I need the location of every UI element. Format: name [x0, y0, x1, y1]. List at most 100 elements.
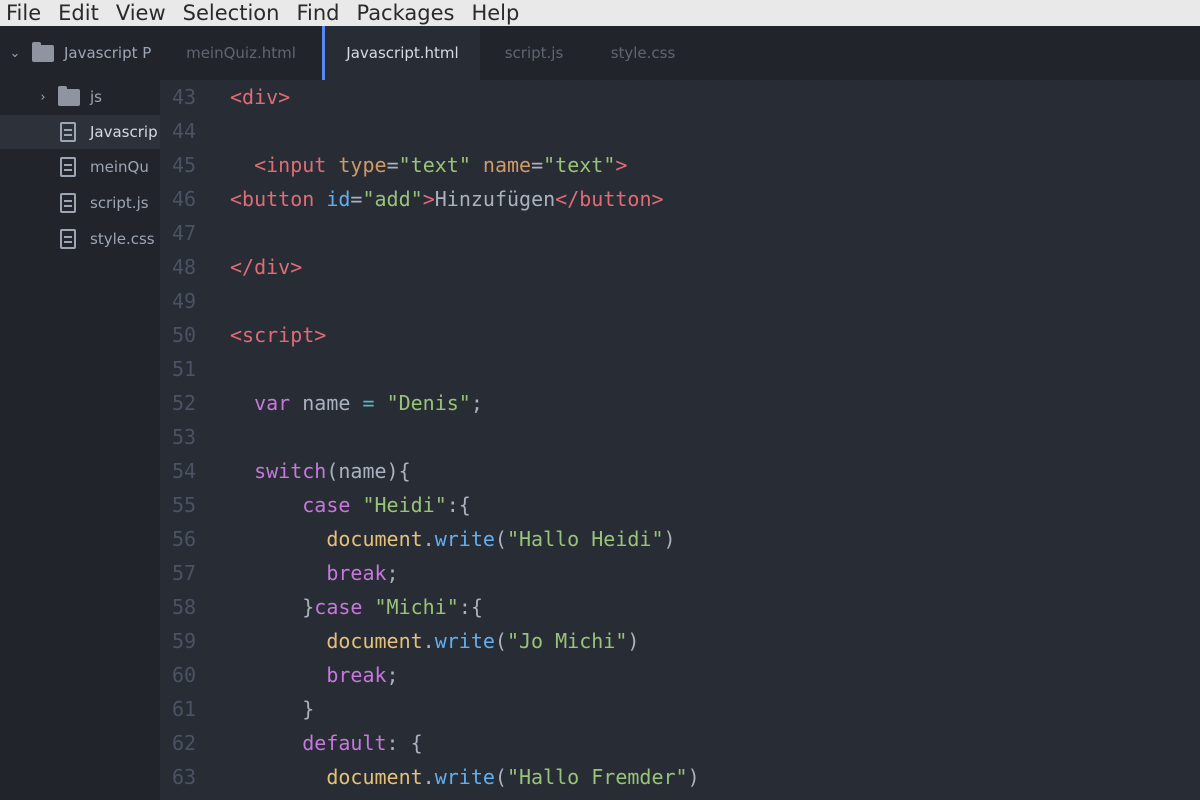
tree-file-meinquiz[interactable]: meinQu — [0, 150, 160, 184]
code-line[interactable]: 43 <div> — [160, 80, 1200, 114]
menu-selection[interactable]: Selection — [176, 0, 290, 26]
code-token: Hinzufügen — [434, 187, 556, 211]
file-icon — [60, 157, 76, 177]
line-number: 52 — [172, 391, 197, 415]
code-token: case — [302, 493, 351, 517]
code-token: write — [434, 629, 495, 653]
folder-icon — [32, 41, 54, 62]
menu-edit[interactable]: Edit — [51, 0, 109, 26]
menu-packages[interactable]: Packages — [349, 0, 464, 26]
line-number: 59 — [172, 629, 197, 653]
code-token: :{ — [446, 493, 471, 517]
code-text: }case "Michi":{ — [230, 590, 483, 624]
code-line[interactable]: 62 default: { — [160, 726, 1200, 760]
code-text: document.write("Hallo Fremder") — [230, 760, 700, 794]
code-text: default: { — [230, 726, 423, 760]
code-line[interactable]: 49 — [160, 284, 1200, 318]
menu-view[interactable]: View — [109, 0, 176, 26]
line-number: 45 — [172, 153, 197, 177]
code-text: break; — [230, 658, 398, 692]
tab-meinquiz[interactable]: meinQuiz.html — [160, 26, 322, 80]
file-icon — [60, 229, 76, 249]
code-line[interactable]: 60 break; — [160, 658, 1200, 692]
line-number: 48 — [172, 255, 197, 279]
code-token: ; — [386, 561, 399, 585]
code-editor[interactable]: 43 <div> 44 45 <input type="text" name="tex… — [160, 80, 1200, 800]
code-token: break — [326, 561, 387, 585]
line-number: 50 — [172, 323, 197, 347]
code-line[interactable]: 58 }case "Michi":{ — [160, 590, 1200, 624]
line-number: 58 — [172, 595, 197, 619]
code-token: "Hallo Fremder" — [506, 765, 688, 789]
code-line[interactable]: 50 <script> — [160, 318, 1200, 352]
menu-help[interactable]: Help — [464, 0, 529, 26]
line-number: 55 — [172, 493, 197, 517]
code-text: <input type="text" name="text"> — [230, 148, 627, 182]
tree-folder-js[interactable]: › js — [0, 80, 160, 114]
code-token: > — [422, 187, 435, 211]
menu-find[interactable]: Find — [289, 0, 349, 26]
code-token: : { — [386, 731, 423, 755]
code-text: </div> — [230, 250, 302, 284]
code-token: . — [422, 527, 435, 551]
code-line[interactable]: 44 — [160, 114, 1200, 148]
code-line[interactable]: 52 var name = "Denis"; — [160, 386, 1200, 420]
tree-view: ⌄ Javascript P › js Javascrip meinQu scr… — [0, 26, 160, 800]
line-number: 46 — [172, 187, 197, 211]
menu-bar: File Edit View Selection Find Packages H… — [0, 0, 1200, 26]
code-token: . — [422, 765, 435, 789]
code-line[interactable]: 47 — [160, 216, 1200, 250]
code-line[interactable]: 48 </div> — [160, 250, 1200, 284]
code-line[interactable]: 59 document.write("Jo Michi") — [160, 624, 1200, 658]
code-token: = — [362, 391, 375, 415]
code-line[interactable]: 46 <button id="add">Hinzufügen</button> — [160, 182, 1200, 216]
code-line[interactable]: 51 — [160, 352, 1200, 386]
chevron-right-icon: › — [40, 89, 46, 105]
code-token: "Hallo Heidi" — [506, 527, 664, 551]
tree-project-root[interactable]: ⌄ Javascript P — [0, 36, 160, 70]
code-line[interactable]: 54 switch(name){ — [160, 454, 1200, 488]
line-number: 61 — [172, 697, 197, 721]
code-line[interactable]: 55 case "Heidi":{ — [160, 488, 1200, 522]
menu-file[interactable]: File — [0, 0, 51, 26]
code-token: ( — [494, 765, 507, 789]
tab-javascript[interactable]: Javascript.html — [322, 26, 480, 80]
code-line[interactable]: 53 — [160, 420, 1200, 454]
tree-folder-label: js — [90, 88, 102, 106]
tree-file-label: meinQu — [90, 158, 149, 176]
tree-file-javascript[interactable]: Javascrip — [0, 115, 160, 149]
tab-bar: meinQuiz.html Javascript.html script.js … — [160, 26, 1200, 80]
tree-file-style[interactable]: style.css — [0, 222, 160, 256]
code-token: = — [386, 153, 399, 177]
code-token: "Michi" — [374, 595, 459, 619]
code-token: "Jo Michi" — [506, 629, 628, 653]
code-line[interactable]: 61 } — [160, 692, 1200, 726]
tab-style[interactable]: style.css — [588, 26, 698, 80]
tab-script[interactable]: script.js — [480, 26, 588, 80]
code-line[interactable]: 63 document.write("Hallo Fremder") — [160, 760, 1200, 794]
code-token: </div> — [230, 255, 303, 279]
code-token: type — [338, 153, 387, 177]
code-token: ( — [494, 629, 507, 653]
folder-icon — [58, 85, 80, 106]
code-line[interactable]: 56 document.write("Hallo Heidi") — [160, 522, 1200, 556]
tree-file-script[interactable]: script.js — [0, 186, 160, 220]
code-token: <div> — [230, 85, 291, 109]
code-token: case — [314, 595, 363, 619]
code-line[interactable]: 57 break; — [160, 556, 1200, 590]
code-token: ) — [687, 765, 700, 789]
code-token: id — [326, 187, 351, 211]
code-token: (name){ — [326, 459, 411, 483]
code-token: > — [615, 153, 628, 177]
line-number: 54 — [172, 459, 197, 483]
line-number: 47 — [172, 221, 197, 245]
code-line[interactable]: 45 <input type="text" name="text"> — [160, 148, 1200, 182]
tree-file-label: script.js — [90, 194, 149, 212]
line-number: 56 — [172, 527, 197, 551]
code-token: "Heidi" — [362, 493, 447, 517]
code-token: default — [302, 731, 387, 755]
